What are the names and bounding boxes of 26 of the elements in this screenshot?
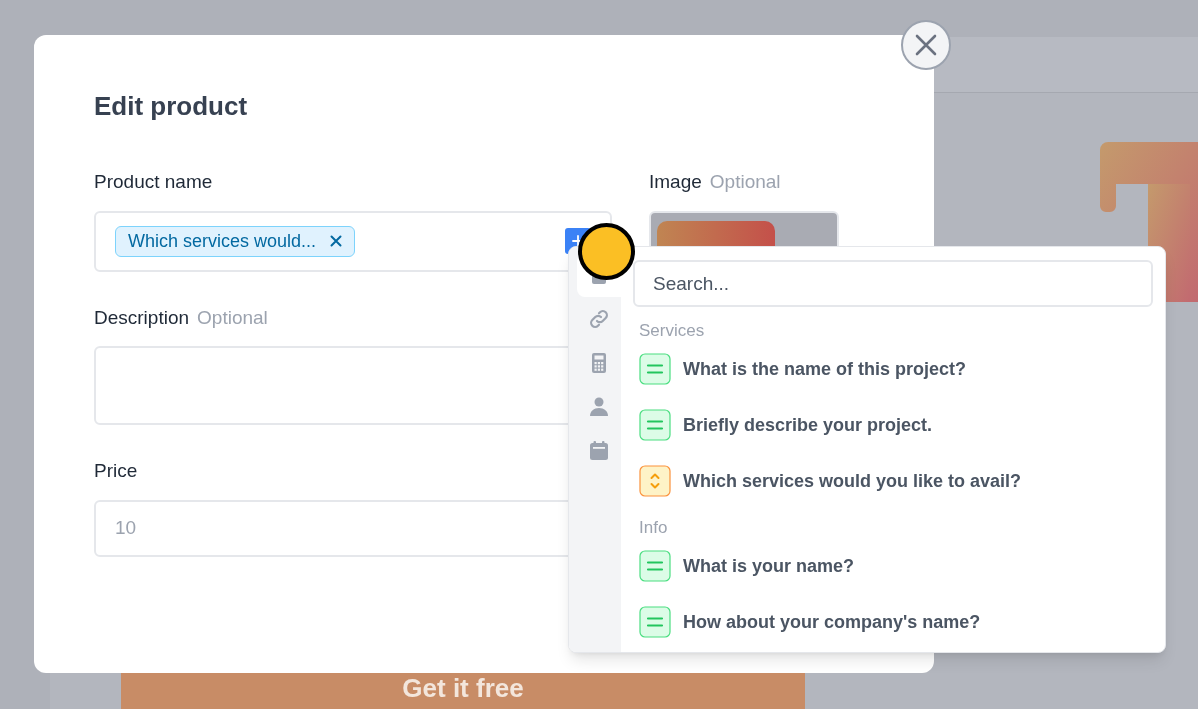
optional-label: Optional <box>709 170 781 194</box>
search-field[interactable]: Search... <box>633 260 1153 307</box>
close-icon <box>914 33 938 57</box>
field-label: Image <box>649 170 702 194</box>
field-option[interactable]: What is your name? <box>633 547 1153 585</box>
group-heading: Info <box>638 518 669 538</box>
dropdown-field-icon <box>639 465 671 497</box>
optional-label: Optional <box>197 305 268 330</box>
close-button[interactable] <box>901 20 951 70</box>
field-option[interactable]: What is the name of this project? <box>633 350 1153 388</box>
field-label: Price <box>94 459 138 483</box>
field-option[interactable]: Which services would you like to avail? <box>633 462 1153 500</box>
person-icon <box>587 395 611 419</box>
field-label: Description <box>94 305 190 330</box>
field-option[interactable]: Briefly describe your project. <box>633 406 1153 444</box>
tag-text: Which services would... <box>128 229 317 253</box>
text-field-icon <box>639 550 671 582</box>
group-heading: Services <box>638 321 706 341</box>
dialog-title: Edit product <box>94 90 249 123</box>
text-field-icon <box>639 409 671 441</box>
remove-icon[interactable] <box>330 235 343 247</box>
link-icon <box>587 307 611 331</box>
text-field-icon <box>639 606 671 638</box>
calendar-icon <box>587 439 611 463</box>
text-field-icon <box>639 353 671 385</box>
field-label: Product name <box>94 170 213 194</box>
